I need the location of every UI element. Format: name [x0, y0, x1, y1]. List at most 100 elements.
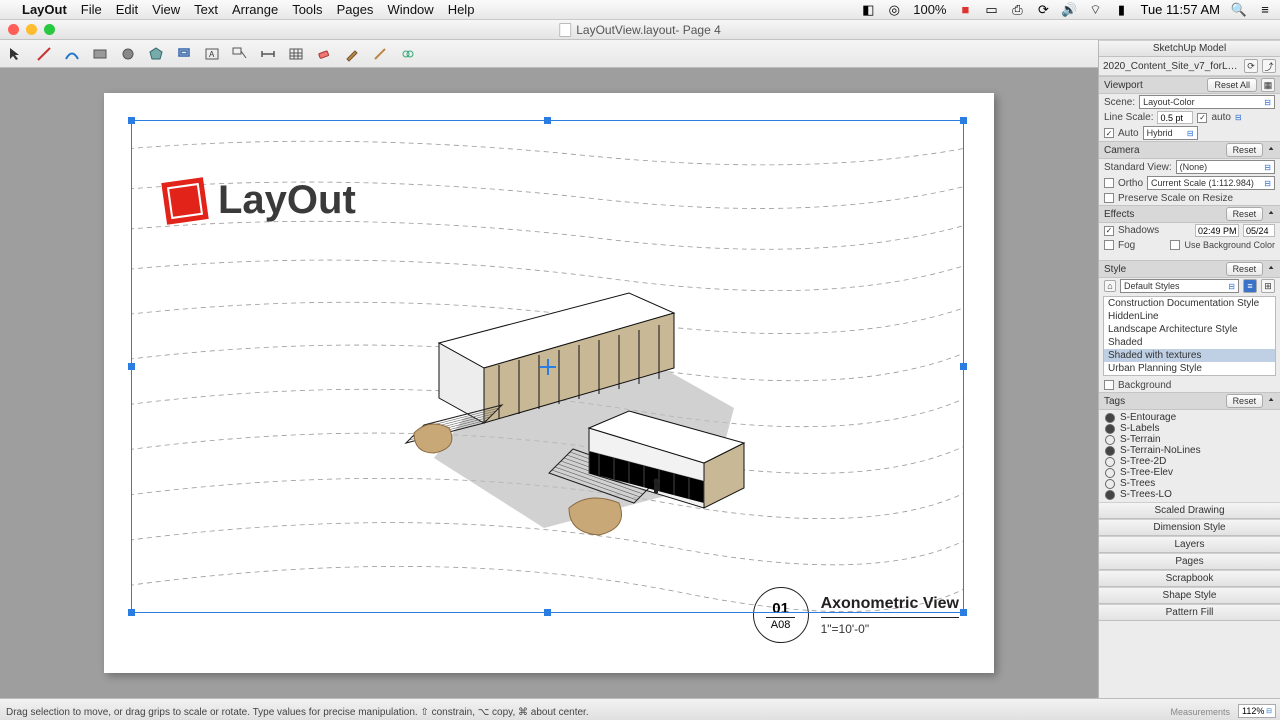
section-camera[interactable]: CameraReset▲: [1099, 141, 1280, 159]
tag-row[interactable]: S-Entourage: [1103, 412, 1276, 423]
shadow-time-input[interactable]: [1195, 224, 1239, 237]
panel-scaled-drawing[interactable]: Scaled Drawing: [1099, 502, 1280, 519]
record-icon[interactable]: ■: [958, 3, 972, 17]
resize-handle[interactable]: [128, 609, 135, 616]
visibility-toggle[interactable]: [1105, 479, 1115, 489]
reset-button[interactable]: Reset: [1226, 207, 1264, 221]
menu-view[interactable]: View: [152, 2, 180, 17]
line-tool[interactable]: [34, 44, 54, 64]
relink-icon[interactable]: ⟳: [1244, 59, 1258, 73]
zoom-button[interactable]: [44, 24, 55, 35]
offset-tool[interactable]: [174, 44, 194, 64]
visibility-toggle[interactable]: [1105, 424, 1115, 434]
visibility-toggle[interactable]: [1105, 468, 1115, 478]
style-option[interactable]: Shaded: [1104, 336, 1275, 349]
resize-handle[interactable]: [544, 609, 551, 616]
panel-pattern-fill[interactable]: Pattern Fill: [1099, 604, 1280, 621]
visibility-toggle[interactable]: [1105, 446, 1115, 456]
style-option[interactable]: Urban Planning Style: [1104, 362, 1275, 375]
render-icon[interactable]: ▦: [1261, 78, 1275, 92]
wifi-icon[interactable]: ⌔: [1088, 3, 1102, 17]
reset-all-button[interactable]: Reset All: [1207, 78, 1257, 92]
list-view-icon[interactable]: ≡: [1243, 279, 1257, 293]
open-icon[interactable]: ⤴: [1262, 59, 1276, 73]
status-icon[interactable]: ⎙: [1010, 3, 1024, 17]
grid-view-icon[interactable]: ⊞: [1261, 279, 1275, 293]
reset-button[interactable]: Reset: [1226, 143, 1264, 157]
menu-pages[interactable]: Pages: [337, 2, 374, 17]
resize-handle[interactable]: [960, 117, 967, 124]
reset-button[interactable]: Reset: [1226, 262, 1264, 276]
rectangle-tool[interactable]: [90, 44, 110, 64]
spotlight-icon[interactable]: 🔍: [1232, 3, 1246, 17]
style-tool[interactable]: [342, 44, 362, 64]
stdview-dropdown[interactable]: (None)⊟: [1176, 160, 1275, 174]
section-tags[interactable]: TagsReset▲: [1099, 392, 1280, 410]
tag-row[interactable]: S-Trees-LO: [1103, 489, 1276, 500]
circle-tool[interactable]: [118, 44, 138, 64]
style-option[interactable]: Landscape Architecture Style: [1104, 323, 1275, 336]
window-controls[interactable]: [8, 24, 55, 35]
resize-handle[interactable]: [128, 363, 135, 370]
visibility-toggle[interactable]: [1105, 457, 1115, 467]
ortho-checkbox[interactable]: [1104, 178, 1114, 188]
arc-tool[interactable]: [62, 44, 82, 64]
visibility-toggle[interactable]: [1105, 435, 1115, 445]
label-tool[interactable]: [230, 44, 250, 64]
visibility-toggle[interactable]: [1105, 413, 1115, 423]
tag-row[interactable]: S-Tree-Elev: [1103, 467, 1276, 478]
panel-pages[interactable]: Pages: [1099, 553, 1280, 570]
visibility-toggle[interactable]: [1105, 490, 1115, 500]
menu-clock[interactable]: Tue 11:57 AM: [1140, 2, 1220, 17]
reset-button[interactable]: Reset: [1226, 394, 1264, 408]
polygon-tool[interactable]: [146, 44, 166, 64]
style-collection-dropdown[interactable]: Default Styles⊟: [1120, 279, 1239, 293]
viewport-selection[interactable]: [131, 120, 964, 613]
select-tool[interactable]: [6, 44, 26, 64]
table-tool[interactable]: [286, 44, 306, 64]
auto-checkbox[interactable]: ✓: [1104, 128, 1114, 138]
tag-row[interactable]: S-Trees: [1103, 478, 1276, 489]
linescale-lock[interactable]: ✓: [1197, 113, 1207, 123]
menu-arrange[interactable]: Arrange: [232, 2, 278, 17]
rotate-center[interactable]: [543, 362, 553, 372]
scale-dropdown[interactable]: Current Scale (1:112.984)⊟: [1147, 176, 1275, 190]
bgcolor-checkbox[interactable]: [1170, 240, 1180, 250]
text-tool[interactable]: A: [202, 44, 222, 64]
resize-handle[interactable]: [960, 363, 967, 370]
fog-checkbox[interactable]: [1104, 240, 1114, 250]
style-option[interactable]: Construction Documentation Style: [1104, 297, 1275, 310]
section-viewport[interactable]: Viewport Reset All▦: [1099, 76, 1280, 94]
resize-handle[interactable]: [544, 117, 551, 124]
dimension-tool[interactable]: [258, 44, 278, 64]
style-option[interactable]: HiddenLine: [1104, 310, 1275, 323]
split-tool[interactable]: [370, 44, 390, 64]
battery-icon[interactable]: ▮: [1114, 3, 1128, 17]
panel-shape-style[interactable]: Shape Style: [1099, 587, 1280, 604]
menu-window[interactable]: Window: [387, 2, 433, 17]
menu-help[interactable]: Help: [448, 2, 475, 17]
panel-header-model[interactable]: SketchUp Model: [1099, 40, 1280, 57]
linescale-input[interactable]: [1157, 111, 1193, 124]
render-dropdown[interactable]: Hybrid⊟: [1143, 126, 1198, 140]
status-icon[interactable]: ◎: [887, 3, 901, 17]
home-icon[interactable]: ⌂: [1104, 280, 1116, 292]
panel-layers[interactable]: Layers: [1099, 536, 1280, 553]
volume-icon[interactable]: 🔊: [1062, 3, 1076, 17]
style-option[interactable]: Shaded with textures: [1104, 349, 1275, 362]
eraser-tool[interactable]: [314, 44, 334, 64]
resize-handle[interactable]: [128, 117, 135, 124]
tag-row[interactable]: S-Terrain: [1103, 434, 1276, 445]
menu-tools[interactable]: Tools: [292, 2, 322, 17]
background-checkbox[interactable]: [1104, 380, 1114, 390]
section-style[interactable]: StyleReset▲: [1099, 260, 1280, 278]
menu-text[interactable]: Text: [194, 2, 218, 17]
tag-row[interactable]: S-Labels: [1103, 423, 1276, 434]
minimize-button[interactable]: [26, 24, 37, 35]
menu-edit[interactable]: Edit: [116, 2, 138, 17]
panel-dimension-style[interactable]: Dimension Style: [1099, 519, 1280, 536]
canvas-area[interactable]: LayOut 01 A08 Axonometric View 1"=10'-0": [0, 68, 1098, 698]
sync-icon[interactable]: ⟳: [1036, 3, 1050, 17]
join-tool[interactable]: [398, 44, 418, 64]
shadow-date-input[interactable]: [1243, 224, 1275, 237]
